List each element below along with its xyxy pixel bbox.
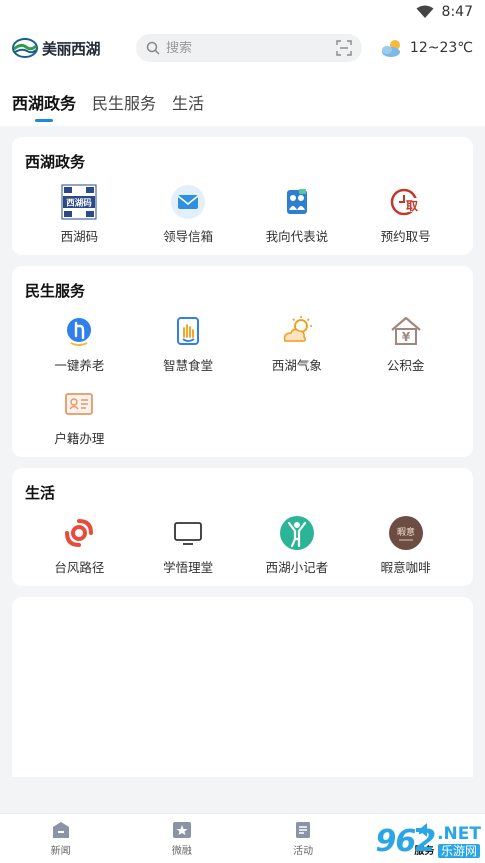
empty-panel	[12, 597, 473, 777]
watermark-number: 962	[375, 824, 436, 859]
coffee-icon-text: 暇意	[397, 526, 415, 538]
service-typhoon[interactable]: 台风路径	[25, 515, 134, 576]
status-time: 8:47	[441, 4, 473, 20]
xihu-code-icon: 西湖码	[61, 184, 97, 220]
search-icon	[146, 41, 160, 55]
service-label: 智慧食堂	[163, 358, 214, 373]
gov-section: 西湖政务 西湖码 西湖码 领导信箱 我向代表说 取 预约取号	[12, 137, 473, 255]
service-smart-canteen[interactable]: 智慧食堂	[134, 313, 243, 374]
news-icon	[52, 821, 69, 838]
service-label: 领导信箱	[163, 229, 214, 244]
app-logo: 美丽西湖	[12, 35, 130, 61]
site-watermark: 962 .NET 乐游网	[375, 824, 481, 859]
logo-icon	[12, 38, 38, 58]
main-content: 西湖政务 西湖码 西湖码 领导信箱 我向代表说 取 预约取号 民生服务 一键养老…	[0, 126, 485, 777]
service-label: 预约取号	[380, 229, 431, 244]
tab-civic[interactable]: 民生服务	[92, 90, 156, 126]
service-label: 西湖小记者	[265, 560, 329, 575]
mail-icon	[171, 185, 206, 219]
tab-life[interactable]: 生活	[172, 90, 204, 126]
representative-icon	[286, 189, 307, 214]
section-title: 西湖政务	[25, 153, 86, 171]
service-label: 西湖码	[60, 229, 99, 244]
nav-activity[interactable]: 活动	[243, 814, 364, 863]
section-title: 生活	[25, 484, 56, 502]
coffee-icon: 暇意	[388, 516, 423, 550]
service-label: 一键养老	[54, 358, 105, 373]
life-section: 生活 台风路径 学悟理堂 西湖小记者 暇意 暇意咖啡	[12, 468, 473, 586]
civic-section: 民生服务 一键养老 智慧食堂 西湖气象 ¥ 公积金 户籍办理	[12, 266, 473, 457]
service-leader-mailbox[interactable]: 领导信箱	[134, 184, 243, 245]
partly-cloudy-icon	[381, 40, 400, 57]
nav-weirong[interactable]: 微融	[121, 814, 242, 863]
service-appointment[interactable]: 取 预约取号	[351, 184, 460, 245]
kid-reporter-icon	[279, 516, 314, 550]
housing-fund-icon-text: ¥	[401, 330, 410, 344]
household-registration-icon	[65, 393, 94, 415]
smart-canteen-icon	[177, 317, 200, 345]
service-housing-fund[interactable]: ¥ 公积金	[351, 313, 460, 374]
weather-temperature: 12~23℃	[409, 40, 473, 56]
service-household-registration[interactable]: 户籍办理	[25, 386, 134, 447]
typhoon-icon	[65, 519, 94, 547]
service-label: 学悟理堂	[163, 560, 214, 575]
service-label: 西湖气象	[271, 358, 322, 373]
category-tabs: 西湖政务 民生服务 生活	[0, 70, 485, 126]
service-label: 台风路径	[54, 560, 105, 575]
service-label: 户籍办理	[54, 431, 105, 446]
service-coffee[interactable]: 暇意 暇意咖啡	[351, 515, 460, 576]
tv-icon	[174, 522, 203, 545]
service-weather[interactable]: 西湖气象	[243, 313, 352, 374]
elderly-care-icon	[67, 318, 92, 346]
service-label: 暇意咖啡	[380, 560, 431, 575]
section-title: 民生服务	[25, 282, 86, 300]
watermark-sub: 乐游网	[438, 843, 481, 858]
logo-text: 美丽西湖	[42, 39, 101, 58]
status-bar: 8:47	[0, 0, 485, 26]
service-elderly-care[interactable]: 一键养老	[25, 313, 134, 374]
app-header: 美丽西湖 12~23℃	[0, 26, 485, 70]
service-label: 公积金	[386, 358, 425, 373]
service-study-hall[interactable]: 学悟理堂	[134, 515, 243, 576]
xihu-code-icon-text: 西湖码	[67, 198, 93, 209]
nav-label: 活动	[293, 845, 314, 857]
star-card-icon	[172, 821, 191, 838]
housing-fund-icon: ¥	[390, 316, 421, 345]
weather-widget[interactable]: 12~23℃	[380, 38, 473, 58]
tab-gov[interactable]: 西湖政务	[12, 90, 76, 126]
service-representative[interactable]: 我向代表说	[243, 184, 352, 245]
service-label: 我向代表说	[265, 229, 329, 244]
scan-icon[interactable]	[336, 40, 352, 56]
weather-icon	[283, 316, 312, 342]
search-bar[interactable]	[136, 34, 362, 62]
nav-label: 新闻	[50, 845, 71, 857]
wifi-icon	[416, 5, 434, 18]
watermark-net: .NET	[437, 823, 481, 844]
nav-news[interactable]: 新闻	[0, 814, 121, 863]
search-input[interactable]	[166, 40, 330, 56]
service-xihu-code[interactable]: 西湖码 西湖码	[25, 184, 134, 245]
nav-label: 微融	[171, 845, 192, 857]
appointment-clock-icon: 取	[390, 188, 419, 216]
appointment-icon-text: 取	[406, 199, 418, 213]
activity-list-icon	[296, 821, 311, 838]
service-kid-reporter[interactable]: 西湖小记者	[243, 515, 352, 576]
